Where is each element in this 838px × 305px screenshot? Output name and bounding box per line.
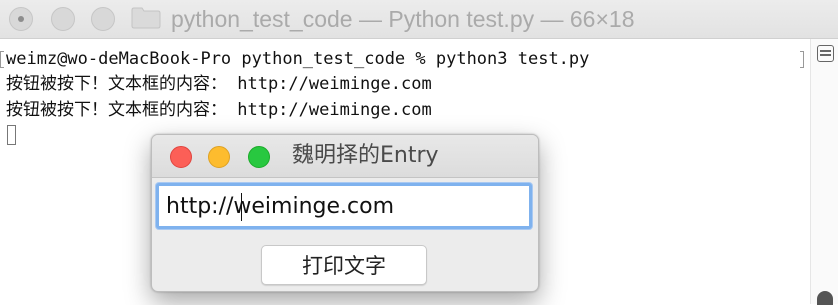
- print-text-button[interactable]: 打印文字: [261, 245, 427, 285]
- tk-entry-window: 魏明择的Entry http://weiminge.com 打印文字: [151, 134, 539, 292]
- url-entry-field[interactable]: http://weiminge.com: [156, 183, 532, 229]
- terminal-minimize-button[interactable]: [51, 7, 75, 31]
- url-entry-value: http://weiminge.com: [166, 194, 395, 219]
- tk-window-title: 魏明择的Entry: [292, 143, 439, 168]
- prompt-mark-right: [800, 51, 804, 68]
- terminal-window-title: python_test_code — Python test.py — 66×1…: [171, 6, 635, 32]
- scroll-thumb-icon[interactable]: [817, 291, 833, 305]
- prompt-mark-left: [0, 51, 4, 68]
- split-view-icon[interactable]: [817, 45, 834, 62]
- tk-titlebar: 魏明择的Entry: [152, 135, 538, 178]
- terminal-output-line: 按钮被按下！文本框的内容： http://weiminge.com: [6, 100, 432, 120]
- terminal-command-line: weimz@wo-deMacBook-Pro python_test_code …: [6, 49, 590, 69]
- terminal-output-line: 按钮被按下！文本框的内容： http://weiminge.com: [6, 74, 432, 94]
- tk-close-button[interactable]: [170, 146, 192, 168]
- terminal-close-button[interactable]: [9, 7, 33, 31]
- terminal-titlebar: python_test_code — Python test.py — 66×1…: [0, 0, 838, 39]
- terminal-zoom-button[interactable]: [91, 7, 115, 31]
- tk-maximize-button[interactable]: [248, 146, 270, 168]
- text-caret: [241, 193, 242, 221]
- terminal-scrollbar[interactable]: [810, 39, 838, 305]
- folder-icon: [131, 7, 161, 29]
- terminal-cursor: [7, 125, 16, 145]
- tk-minimize-button[interactable]: [208, 146, 230, 168]
